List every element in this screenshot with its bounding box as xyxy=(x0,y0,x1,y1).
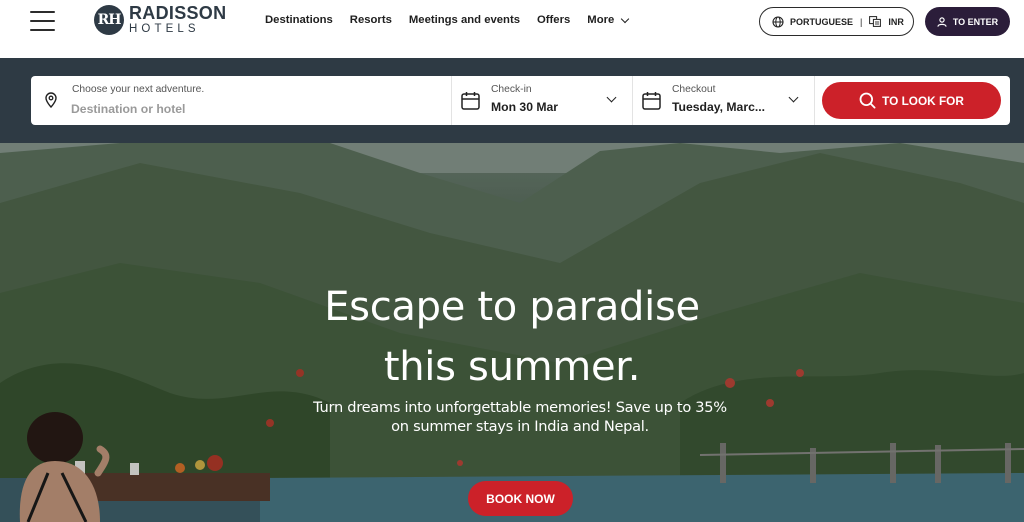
logo-mark: RH xyxy=(94,5,124,35)
language-label: PORTUGUESE xyxy=(790,16,854,27)
hero-banner: Escape to paradise this summer. Turn dre… xyxy=(0,143,1024,522)
radisson-logo[interactable]: RH RADISSON HOTELS xyxy=(94,3,228,37)
chevron-down-icon xyxy=(788,92,799,103)
booking-search-bar: Choose your next adventure. Check-in Mon… xyxy=(0,58,1024,143)
hero-title-line: Escape to paradise xyxy=(324,284,700,330)
checkout-value: Tuesday, Marc... xyxy=(672,100,766,114)
chevron-down-icon xyxy=(621,14,630,23)
search-button[interactable]: TO LOOK FOR xyxy=(822,82,1001,119)
sign-in-button[interactable]: TO ENTER xyxy=(925,7,1010,36)
nav-destinations[interactable]: Destinations xyxy=(265,12,333,28)
menu-icon[interactable] xyxy=(30,9,55,33)
calendar-icon xyxy=(461,92,480,110)
calendar-icon xyxy=(642,92,661,110)
site-header: RH RADISSON HOTELS Destinations Resorts … xyxy=(0,0,1024,58)
logo-wordmark: RADISSON xyxy=(129,3,227,24)
nav-offers[interactable]: Offers xyxy=(537,12,570,28)
map-pin-icon xyxy=(45,92,57,108)
search-button-label: TO LOOK FOR xyxy=(882,93,964,108)
destination-hint: Choose your next adventure. xyxy=(72,84,205,95)
hero-subtitle-line: on summer stays in India and Nepal. xyxy=(391,418,649,435)
globe-icon xyxy=(772,15,784,28)
checkin-field[interactable]: Check-in Mon 30 Mar xyxy=(451,76,632,125)
search-icon xyxy=(859,92,876,109)
nav-more[interactable]: More xyxy=(587,12,630,28)
chevron-down-icon xyxy=(606,92,617,103)
user-icon xyxy=(937,16,947,27)
search-card: Choose your next adventure. Check-in Mon… xyxy=(31,76,1010,125)
language-currency-button[interactable]: PORTUGUESE | INR xyxy=(759,7,914,36)
checkin-value: Mon 30 Mar xyxy=(491,100,559,114)
currency-icon xyxy=(869,16,882,27)
checkin-label: Check-in xyxy=(491,84,532,95)
checkout-label: Checkout xyxy=(672,84,716,95)
destination-field[interactable]: Choose your next adventure. xyxy=(31,76,451,125)
divider xyxy=(814,76,815,125)
nav-more-label: More xyxy=(587,14,615,26)
hero-title: Escape to paradise this summer. xyxy=(262,277,762,397)
book-now-button[interactable]: BOOK NOW xyxy=(468,481,573,516)
nav-meetings-events[interactable]: Meetings and events xyxy=(409,12,520,28)
destination-input[interactable] xyxy=(71,100,431,117)
hero-subtitle-line: Turn dreams into unforgettable memories!… xyxy=(313,399,727,416)
sign-in-label: TO ENTER xyxy=(952,16,999,27)
hero-title-line: this summer. xyxy=(383,344,641,390)
nav-resorts[interactable]: Resorts xyxy=(350,12,392,28)
hero-subtitle: Turn dreams into unforgettable memories!… xyxy=(300,398,740,436)
main-nav: Destinations Resorts Meetings and events… xyxy=(265,12,630,28)
checkout-field[interactable]: Checkout Tuesday, Marc... xyxy=(632,76,814,125)
logo-subwordmark: HOTELS xyxy=(129,23,200,36)
currency-label: INR xyxy=(888,16,904,27)
divider: | xyxy=(860,16,863,27)
